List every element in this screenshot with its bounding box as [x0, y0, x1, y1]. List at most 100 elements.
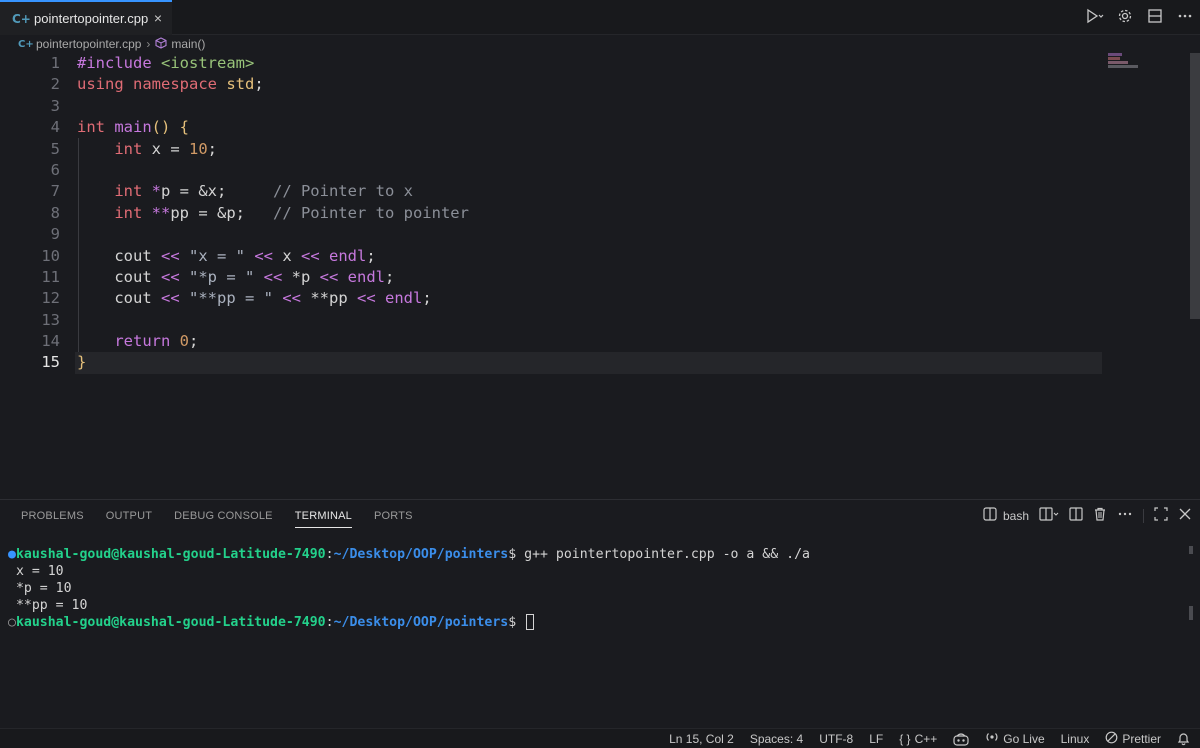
line-number[interactable]: 6 [0, 160, 60, 181]
breadcrumb-file[interactable]: pointertopointer.cpp [36, 37, 141, 51]
code-token: ** [151, 203, 171, 222]
breadcrumb: C+ pointertopointer.cpp › main() [0, 35, 1200, 53]
code-token: << [282, 289, 311, 308]
line-number[interactable]: 9 [0, 224, 60, 245]
terminal-cursor[interactable] [526, 614, 535, 630]
gear-icon[interactable] [1116, 7, 1134, 25]
code-line[interactable]: int x = 10; [77, 139, 1097, 160]
code-token: // Pointer to pointer [272, 203, 469, 222]
line-number[interactable]: 14 [0, 331, 60, 352]
end-of-line[interactable]: LF [869, 732, 883, 746]
line-number[interactable]: 3 [0, 96, 60, 117]
indentation[interactable]: Spaces: 4 [750, 732, 803, 746]
split-terminal-icon[interactable] [1039, 507, 1059, 524]
terminal-prompt-line[interactable]: ○kaushal-goud@kaushal-goud-Latitude-7490… [8, 614, 1188, 631]
go-live-button[interactable]: Go Live [985, 730, 1045, 747]
code-line[interactable] [77, 224, 1097, 245]
terminal-scroll-marker [1189, 546, 1193, 554]
code-token: using [77, 75, 133, 94]
code-line[interactable]: #include <iostream> [77, 53, 1097, 74]
code-line[interactable]: return 0; [77, 331, 1097, 352]
terminal-output[interactable]: ●kaushal-goud@kaushal-goud-Latitude-7490… [8, 546, 1188, 631]
code-token: << [161, 246, 189, 265]
tab-terminal[interactable]: TERMINAL [294, 500, 353, 532]
line-number[interactable]: 7 [0, 181, 60, 202]
line-number[interactable]: 8 [0, 203, 60, 224]
tab-debug-console[interactable]: DEBUG CONSOLE [174, 500, 273, 532]
encoding[interactable]: UTF-8 [819, 732, 853, 746]
code-token: <iostream> [161, 54, 255, 72]
code-token: // Pointer to x [272, 182, 413, 201]
close-panel-icon[interactable] [1178, 507, 1192, 524]
code-token: std [226, 75, 255, 94]
line-number[interactable]: 10 [0, 246, 60, 267]
code-token: *p [291, 267, 320, 286]
shell-name[interactable]: bash [1003, 509, 1029, 523]
code-token: << [319, 267, 348, 286]
code-line[interactable]: int *p = &x; // Pointer to x [77, 181, 1097, 202]
line-number-gutter: 1 2 3 4 5 6 7 8 9 10 11 12 13 14 15 [0, 53, 60, 374]
editor-scrollbar-thumb[interactable] [1190, 53, 1200, 319]
bell-icon[interactable] [1177, 732, 1190, 746]
terminal-output-line: x = 10 [15, 564, 64, 579]
line-number[interactable]: 15 [0, 352, 60, 373]
terminal-icon[interactable] [983, 507, 997, 524]
terminal-command: g++ pointertopointer.cpp -o a && ./a [524, 547, 810, 562]
code-token: << [263, 267, 292, 286]
code-token: ; [422, 289, 432, 308]
platform[interactable]: Linux [1061, 732, 1090, 746]
code-token: ; [384, 267, 395, 286]
code-line[interactable]: cout << "*p = " << *p << endl; [77, 267, 1097, 288]
code-line[interactable]: cout << "**pp = " << **pp << endl; [77, 288, 1097, 309]
code-token: int [114, 139, 152, 158]
line-number[interactable]: 11 [0, 267, 60, 288]
line-number[interactable]: 1 [0, 53, 60, 74]
line-number[interactable]: 5 [0, 139, 60, 160]
prettier-button[interactable]: Prettier [1105, 731, 1161, 747]
code-editor[interactable]: 1 2 3 4 5 6 7 8 9 10 11 12 13 14 15 #include <iostream… [0, 53, 1188, 499]
code-line[interactable]: int main() { [77, 117, 1097, 138]
code-token: endl [329, 246, 367, 265]
code-content[interactable]: #include <iostream> using namespace std; … [77, 53, 1097, 374]
line-number[interactable]: 13 [0, 310, 60, 331]
code-line[interactable]: cout << "x = " << x << endl; [77, 246, 1097, 267]
more-actions-icon[interactable] [1176, 7, 1194, 25]
code-token: namespace [133, 75, 227, 94]
prompt-user-host: kaushal-goud@kaushal-goud-Latitude-7490 [15, 615, 326, 630]
code-line[interactable]: } [77, 352, 1097, 373]
breadcrumb-symbol[interactable]: main() [171, 37, 205, 51]
code-token: #include [77, 54, 161, 72]
close-icon[interactable]: × [154, 10, 162, 26]
split-pane-icon[interactable] [1069, 507, 1083, 524]
code-line[interactable]: using namespace std; [77, 74, 1097, 95]
tab-output[interactable]: OUTPUT [106, 500, 152, 532]
tab-problems[interactable]: PROBLEMS [21, 500, 84, 532]
code-line[interactable]: int **pp = &p; // Pointer to pointer [77, 203, 1097, 224]
code-token: << [161, 267, 189, 286]
code-token: endl [347, 267, 385, 286]
minimap[interactable] [1108, 53, 1148, 73]
code-token: () [151, 118, 180, 137]
code-line[interactable] [77, 310, 1097, 331]
maximize-panel-icon[interactable] [1154, 507, 1168, 524]
status-bar: Ln 15, Col 2 Spaces: 4 UTF-8 LF { } C++ … [0, 728, 1200, 748]
tab-ports[interactable]: PORTS [374, 500, 413, 532]
run-debug-icon[interactable] [1086, 7, 1104, 25]
more-actions-icon[interactable] [1117, 507, 1133, 524]
tab-pointertopointer[interactable]: C+ pointertopointer.cpp × [0, 0, 172, 35]
language-mode[interactable]: { } C++ [899, 732, 937, 746]
chevron-right-icon: › [146, 37, 151, 51]
code-line[interactable] [77, 160, 1097, 181]
line-number[interactable]: 12 [0, 288, 60, 309]
code-line[interactable] [77, 96, 1097, 117]
line-number[interactable]: 2 [0, 74, 60, 95]
code-token: cout [77, 289, 161, 308]
trash-icon[interactable] [1093, 507, 1107, 524]
split-layout-icon[interactable] [1146, 7, 1164, 25]
copilot-icon[interactable] [953, 732, 969, 746]
prompt-user-host: kaushal-goud@kaushal-goud-Latitude-7490 [15, 547, 326, 562]
code-token: **pp [310, 289, 357, 308]
cursor-position[interactable]: Ln 15, Col 2 [669, 732, 734, 746]
line-number[interactable]: 4 [0, 117, 60, 138]
